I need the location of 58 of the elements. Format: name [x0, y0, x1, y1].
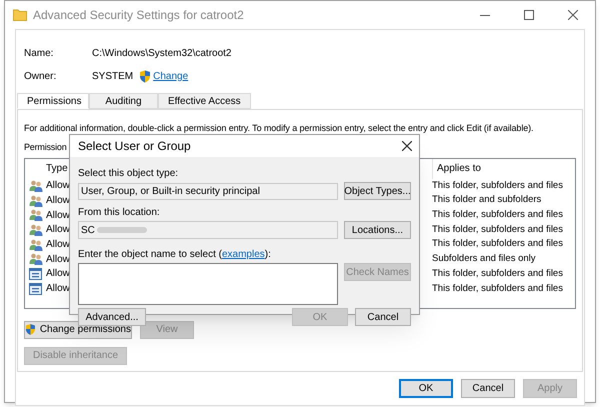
object-name-input[interactable] — [78, 263, 338, 305]
table-cell-text: Allow — [46, 194, 70, 208]
object-types-button[interactable]: Object Types... — [344, 182, 411, 200]
tab[interactable]: Permissions — [17, 93, 89, 109]
field-label: Owner: — [24, 70, 58, 84]
table-cell-text: Allow — [46, 238, 70, 252]
window-list-icon — [29, 268, 42, 280]
field-value: C:\Windows\System32\catroot2 — [92, 46, 232, 60]
table-cell-text: Allow — [46, 179, 70, 194]
maximize-icon — [524, 10, 534, 20]
window-list-icon — [29, 282, 42, 295]
table-cell-text: This folder and subfolders — [432, 193, 542, 208]
table-cell-text: This folder, subfolders and files — [432, 266, 564, 281]
table-cell-text: This folder, subfolders and files — [432, 208, 564, 222]
table-cell-text: This folder, subfolders and files — [432, 237, 564, 252]
users-icon — [28, 180, 42, 192]
users-icon — [28, 209, 42, 222]
examples-link[interactable]: examples — [222, 249, 265, 260]
table-cell-text: Allow — [46, 282, 70, 296]
field-value: SYSTEM — [92, 70, 134, 84]
info-text: For additional information, double-click a permission entry. To modify a permission entry, select the entry and click Edit (if available). — [24, 122, 534, 134]
blurred-text-icon — [94, 226, 149, 234]
table-cell-text: Allow — [46, 267, 70, 282]
tab[interactable]: Effective Access — [158, 93, 251, 109]
table-cell-text: Allow — [46, 252, 70, 267]
users-icon — [28, 253, 42, 266]
location-value: SC — [81, 224, 95, 238]
shield-icon — [139, 70, 152, 82]
ok-button[interactable]: OK — [399, 378, 453, 398]
locations-button[interactable]: Locations... — [344, 221, 411, 239]
field-label: From this location: — [78, 206, 161, 220]
field-label: Enter the object name to select (examples): — [78, 248, 272, 262]
tab[interactable]: Auditing — [89, 93, 158, 109]
table-cell-text: This folder, subfolders and files — [432, 282, 564, 296]
field-label: Name: — [24, 46, 54, 60]
folder-icon — [13, 9, 27, 21]
users-icon — [28, 194, 42, 207]
table-cell-text: Allow — [46, 223, 70, 238]
window-title: Advanced Security Settings for catroot2 — [33, 7, 244, 24]
close-icon — [568, 10, 578, 20]
table-cell-text: This folder, subfolders and files — [432, 222, 564, 237]
change-link[interactable]: Change — [153, 68, 188, 84]
table-cell-text: This folder, subfolders and files — [432, 178, 564, 193]
users-icon — [28, 238, 42, 251]
advanced-button[interactable]: Advanced... — [78, 308, 146, 326]
minimize-icon — [480, 14, 490, 16]
close-icon[interactable] — [402, 141, 412, 151]
field-label: Select this object type: — [78, 167, 180, 181]
column-header[interactable]: Applies to — [432, 158, 575, 178]
dialog-button[interactable]: Cancel — [355, 308, 411, 326]
object-type-field: User, Group, or Built-in security principal — [78, 182, 338, 200]
column-header[interactable]: Type — [46, 161, 68, 176]
table-cell-text: Subfolders and files only — [432, 252, 537, 266]
dialog-title: Select User or Group — [78, 138, 191, 155]
table-cell-text: Allow — [46, 208, 70, 223]
dialog-button[interactable]: Cancel — [461, 378, 515, 398]
section-label: Permission — [24, 141, 67, 154]
users-icon — [28, 224, 42, 236]
